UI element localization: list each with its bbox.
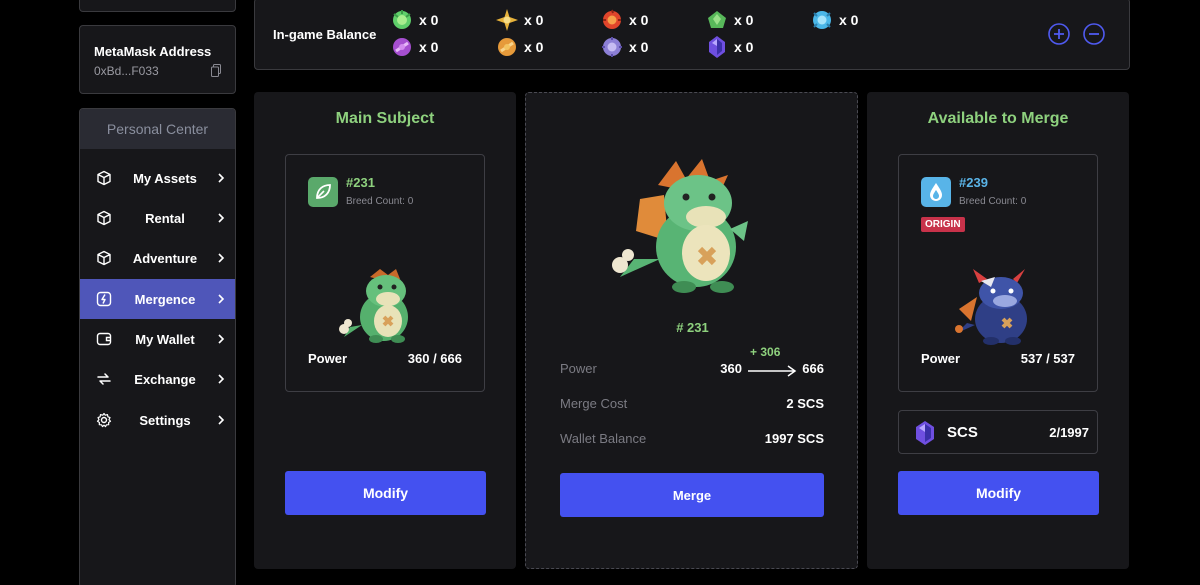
gem-count: x 0 — [629, 12, 649, 28]
gem-count: x 0 — [839, 12, 859, 28]
scs-balance-card: SCS 2/1997 — [898, 410, 1098, 454]
sidebar-item-my-wallet[interactable]: My Wallet — [80, 319, 235, 359]
breed-count: Breed Count: 0 — [959, 196, 1027, 207]
metamask-address: 0xBd...F033 — [94, 64, 159, 78]
chevron-right-icon — [218, 415, 225, 425]
power-value: 537 / 537 — [1020, 351, 1075, 366]
sidebar-item-mergence[interactable]: Mergence — [80, 279, 235, 319]
breed-count: Breed Count: 0 — [346, 196, 414, 207]
in-game-balance-bar: In-game Balance x 0 x 0 x 0 x 0 x 0 x 0 … — [254, 0, 1130, 70]
metamask-title: MetaMask Address — [94, 44, 212, 59]
scs-label: SCS — [947, 424, 978, 441]
creature-id: #231 — [346, 175, 375, 190]
blue-gem-icon — [813, 11, 831, 29]
gem-balance-item: x 0 — [705, 35, 753, 59]
crystal-gem-icon — [709, 36, 725, 58]
dragon-creature-image — [339, 269, 408, 343]
merge-power-label: Power — [560, 361, 597, 376]
violet-gem-icon — [602, 37, 622, 57]
panel-title: Main Subject — [335, 110, 435, 127]
gem-balance-item: x 0 — [495, 8, 543, 32]
orange-gem-icon — [498, 38, 516, 56]
merge-button[interactable]: Merge — [560, 473, 824, 517]
modify-main-button[interactable]: Modify — [285, 471, 486, 515]
sidebar-item-exchange[interactable]: Exchange — [80, 359, 235, 399]
sidebar-item-adventure[interactable]: Adventure — [80, 238, 235, 278]
balance-title: In-game Balance — [273, 27, 377, 42]
remove-circle-button[interactable] — [1083, 23, 1105, 45]
chevron-right-icon — [218, 374, 225, 384]
creature-id: #239 — [959, 175, 988, 190]
merge-power-from: 360 — [720, 361, 742, 376]
red-gem-icon — [603, 9, 621, 29]
origin-tag: ORIGIN — [921, 217, 965, 232]
green-gem-icon — [393, 10, 411, 29]
power-label: Power — [921, 351, 961, 366]
available-to-merge-panel: Available to Merge #239 Breed Count: 0 O… — [867, 92, 1129, 569]
personal-center-nav: Personal Center My Assets Rental Adventu… — [79, 108, 236, 585]
scs-value: 2/1997 — [1049, 425, 1089, 440]
sidebar-item-settings[interactable]: Settings — [80, 400, 235, 440]
gem-count: x 0 — [419, 39, 439, 55]
merge-creature-id: # 231 — [676, 320, 709, 335]
green-leaf-gem-icon — [708, 11, 726, 28]
crystal-gem-icon — [916, 421, 934, 445]
wallet-balance-value: 1997 SCS — [764, 431, 824, 446]
sidebar-item-my-assets[interactable]: My Assets — [80, 158, 235, 198]
sidebar-top-card — [79, 0, 236, 12]
chevron-right-icon — [218, 334, 225, 344]
merged-dragon-image — [612, 159, 748, 293]
gem-count: x 0 — [419, 12, 439, 28]
gem-balance-item: x 0 — [495, 35, 543, 59]
gem-balance-item: x 0 — [600, 8, 648, 32]
copy-icon[interactable] — [211, 64, 221, 77]
gem-balance-item: x 0 — [390, 8, 438, 32]
merge-cost-value: 2 SCS — [786, 396, 824, 411]
main-subject-panel: Main Subject #231 Breed Count: 0 Power 3… — [254, 92, 516, 569]
wallet-balance-label: Wallet Balance — [560, 431, 647, 446]
gem-count: x 0 — [524, 39, 544, 55]
modify-available-button[interactable]: Modify — [898, 471, 1099, 515]
available-card[interactable]: #239 Breed Count: 0 ORIGIN Power 537 / 5… — [898, 154, 1098, 392]
merge-power-to: 666 — [802, 361, 824, 376]
chevron-right-icon — [218, 294, 225, 304]
gem-count: x 0 — [734, 39, 754, 55]
nav-header: Personal Center — [80, 109, 235, 149]
add-circle-button[interactable] — [1048, 23, 1070, 45]
merge-cost-label: Merge Cost — [560, 396, 628, 411]
panel-title: Available to Merge — [927, 110, 1069, 127]
chevron-right-icon — [218, 213, 225, 223]
gem-count: x 0 — [524, 12, 544, 28]
water-drop-badge-icon — [921, 177, 951, 207]
power-value: 360 / 666 — [407, 351, 462, 366]
main-subject-card[interactable]: #231 Breed Count: 0 Power 360 / 666 — [285, 154, 485, 392]
chevron-right-icon — [218, 253, 225, 263]
gem-balance-item: x 0 — [705, 8, 753, 32]
purple-gem-icon — [393, 38, 411, 56]
merge-panel: # 231 Power 360 + 306 666 Merge Cost 2 S… — [525, 92, 858, 569]
gem-count: x 0 — [734, 12, 754, 28]
gem-balance-item: x 0 — [390, 35, 438, 59]
blue-dragon-creature-image — [955, 269, 1027, 345]
leaf-badge-icon — [308, 177, 338, 207]
gem-count: x 0 — [629, 39, 649, 55]
gem-balance-item: x 0 — [600, 35, 648, 59]
merge-power-delta: + 306 — [750, 345, 781, 359]
power-label: Power — [308, 351, 348, 366]
sidebar-item-rental[interactable]: Rental — [80, 198, 235, 238]
gold-star-gem-icon — [496, 9, 518, 31]
metamask-address-card: MetaMask Address 0xBd...F033 — [79, 25, 236, 94]
gem-balance-item: x 0 — [810, 8, 858, 32]
chevron-right-icon — [218, 173, 225, 183]
